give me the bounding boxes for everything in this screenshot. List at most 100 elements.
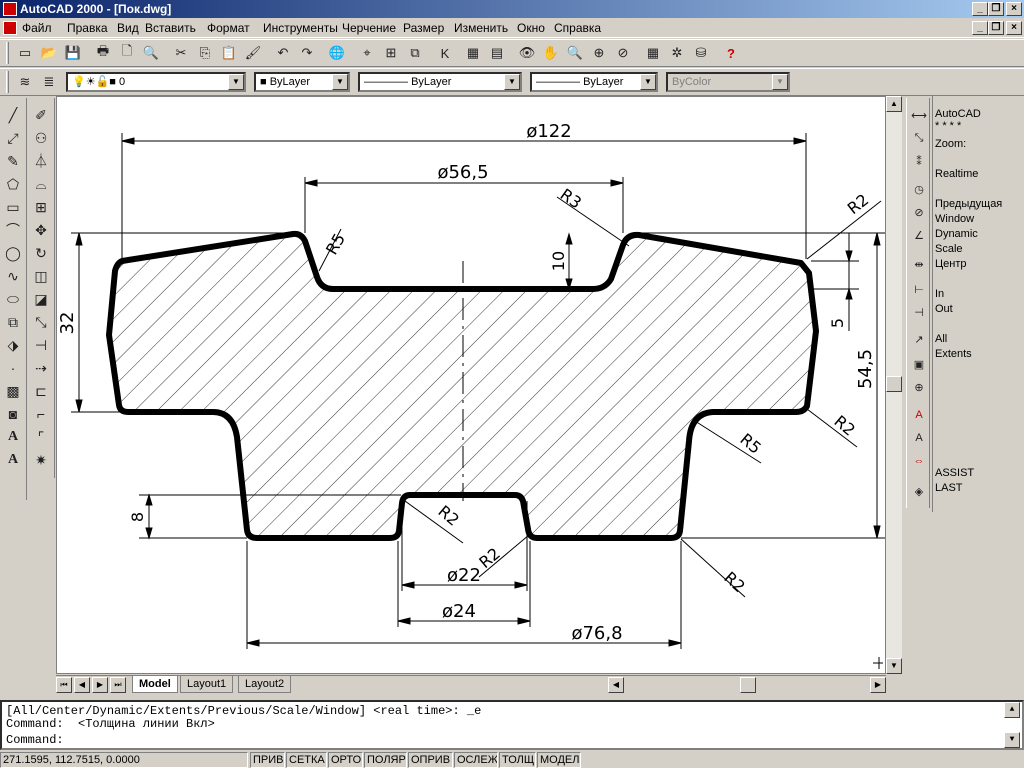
baseline-dim-icon[interactable]: ⊢	[908, 278, 930, 300]
command-window[interactable]: [All/Center/Dynamic/Extents/Previous/Sca…	[0, 700, 1024, 750]
vertical-scrollbar[interactable]: ▲ ▼	[886, 96, 902, 674]
copy-object-icon[interactable]: ⚇	[30, 127, 52, 149]
screen-menu-stars[interactable]: * * * *	[935, 120, 961, 132]
scroll-down-icon[interactable]: ▼	[886, 658, 902, 674]
named-views-icon[interactable]: ▦	[642, 42, 664, 64]
tolerance-icon[interactable]: ▣	[908, 353, 930, 375]
first-tab-icon[interactable]: ⏮	[56, 677, 72, 693]
lineweight-toggle[interactable]: ТОЛЩ	[499, 752, 536, 768]
open-file-icon[interactable]: 📂	[38, 42, 60, 64]
redo-icon[interactable]: ↷	[296, 42, 318, 64]
drawing-canvas[interactable]: ø122 ø56,5 R5 R3 R2 10 32 5 54,5 R5 R2 8…	[56, 96, 886, 674]
screen-menu-assist[interactable]: ASSIST	[935, 467, 974, 479]
undo-icon[interactable]: ↶	[272, 42, 294, 64]
array-icon[interactable]: ⊞	[30, 196, 52, 218]
menu-file[interactable]: Файл	[22, 21, 52, 35]
linear-dim-icon[interactable]: ⟷	[908, 104, 930, 126]
make-block-icon[interactable]: ⬗	[2, 334, 24, 356]
insert-block-icon[interactable]: ⧉	[404, 42, 426, 64]
close-button[interactable]: ×	[1006, 2, 1022, 16]
center-mark-icon[interactable]: ⊕	[908, 376, 930, 398]
find-replace-icon[interactable]: 🔍	[140, 42, 162, 64]
model-toggle[interactable]: МОДЕЛ	[537, 752, 581, 768]
quick-dim-icon[interactable]: ⇹	[908, 253, 930, 275]
menu-modify[interactable]: Изменить	[454, 21, 508, 35]
tab-layout1[interactable]: Layout1	[180, 676, 234, 693]
zoom-window-icon[interactable]: ⊕	[588, 42, 610, 64]
screen-menu-dynamic[interactable]: Dynamic	[935, 228, 978, 240]
offset-icon[interactable]: ⌓	[30, 173, 52, 195]
scroll-up-icon[interactable]: ▲	[886, 96, 902, 112]
command-prompt[interactable]: Command:	[6, 733, 64, 747]
aligned-dim-icon[interactable]: ⤡	[908, 127, 930, 149]
ortho-toggle[interactable]: ОРТО	[328, 752, 363, 768]
web-browser-icon[interactable]: 🌐	[326, 42, 348, 64]
explode-icon[interactable]: ✷	[30, 449, 52, 471]
zoom-realtime-icon[interactable]: 🔍	[564, 42, 586, 64]
diameter-dim-icon[interactable]: ⊘	[908, 201, 930, 223]
menu-draw[interactable]: Черчение	[342, 21, 396, 35]
tab-model[interactable]: Model	[132, 676, 178, 693]
dim-style-icon[interactable]: ◈	[908, 480, 930, 502]
menu-view[interactable]: Вид	[117, 21, 139, 35]
arc-icon[interactable]: ⌒	[2, 219, 24, 241]
dim-edit-icon[interactable]: A	[908, 404, 930, 426]
menu-edit[interactable]: Правка	[67, 21, 108, 35]
grid-toggle[interactable]: СЕТКА	[286, 752, 327, 768]
properties-icon[interactable]: ▤	[486, 42, 508, 64]
print-icon[interactable]: 🖶	[92, 42, 114, 64]
cmd-scroll-down-icon[interactable]: ▼	[1004, 732, 1020, 748]
menu-window[interactable]: Окно	[517, 21, 545, 35]
construction-line-icon[interactable]: ⤢	[2, 127, 24, 149]
last-tab-icon[interactable]: ⏭	[110, 677, 126, 693]
dim-d122[interactable]	[121, 133, 807, 259]
dim-update-icon[interactable]: ⇔	[908, 450, 930, 472]
screen-menu-extents[interactable]: Extents	[935, 348, 972, 360]
pan-realtime-icon[interactable]: 👁	[516, 42, 538, 64]
layer-select[interactable]: 💡☀🔓■ 0 ▼	[66, 72, 246, 92]
spline-icon[interactable]: ∿	[2, 265, 24, 287]
menu-dimension[interactable]: Размер	[403, 21, 444, 35]
menu-insert[interactable]: Вставить	[145, 21, 196, 35]
screen-menu-out[interactable]: Out	[935, 303, 953, 315]
autocad-app-icon[interactable]	[3, 2, 17, 16]
chevron-down-icon[interactable]: ▼	[640, 74, 656, 90]
snap-toggle[interactable]: ПРИВ	[250, 752, 285, 768]
mtext-icon[interactable]: A	[2, 449, 24, 471]
text-icon[interactable]: A	[2, 426, 24, 448]
region-icon[interactable]: ◙	[2, 403, 24, 425]
3d-orbit-icon[interactable]: ✲	[666, 42, 688, 64]
screen-menu-all[interactable]: All	[935, 333, 947, 345]
otrack-toggle[interactable]: ОСЛЕЖ	[454, 752, 498, 768]
point-icon[interactable]: ·	[2, 357, 24, 379]
cmd-scroll-up-icon[interactable]: ▲	[1004, 702, 1020, 718]
screen-menu-last[interactable]: LAST	[935, 482, 963, 494]
database-icon[interactable]: ⛁	[690, 42, 712, 64]
help-icon[interactable]: ?	[720, 42, 742, 64]
ucs-icon[interactable]: ⊞	[380, 42, 402, 64]
rectangle-icon[interactable]: ▭	[2, 196, 24, 218]
toolbar-grip[interactable]	[6, 42, 9, 64]
make-layer-current-icon[interactable]: ≋	[14, 71, 36, 93]
coordinates-readout[interactable]: 271.1595, 112.7515, 0.0000	[0, 752, 248, 768]
screen-menu-in[interactable]: In	[935, 288, 944, 300]
scale-icon[interactable]: ◫	[30, 265, 52, 287]
lineweight-select[interactable]: ———— ByLayer ▼	[530, 72, 658, 92]
maximize-button[interactable]: ❐	[988, 2, 1004, 16]
doc-close-button[interactable]: ×	[1006, 21, 1022, 35]
linetype-select[interactable]: ———— ByLayer ▼	[358, 72, 522, 92]
menu-help[interactable]: Справка	[554, 21, 601, 35]
new-file-icon[interactable]: ▭	[14, 42, 36, 64]
tab-layout2[interactable]: Layout2	[238, 676, 292, 693]
distance-icon[interactable]: K	[434, 42, 456, 64]
stretch-icon[interactable]: ◪	[30, 288, 52, 310]
chamfer-icon[interactable]: ⌐	[30, 403, 52, 425]
polygon-icon[interactable]: ⬠	[2, 173, 24, 195]
lengthen-icon[interactable]: ⤡	[30, 311, 52, 333]
dim-h5[interactable]	[811, 233, 859, 331]
screen-menu-realtime[interactable]: Realtime	[935, 168, 978, 180]
chevron-down-icon[interactable]: ▼	[332, 74, 348, 90]
document-icon[interactable]	[3, 21, 17, 35]
match-properties-icon[interactable]: 🖌	[242, 42, 264, 64]
color-select[interactable]: ■ ByLayer ▼	[254, 72, 350, 92]
